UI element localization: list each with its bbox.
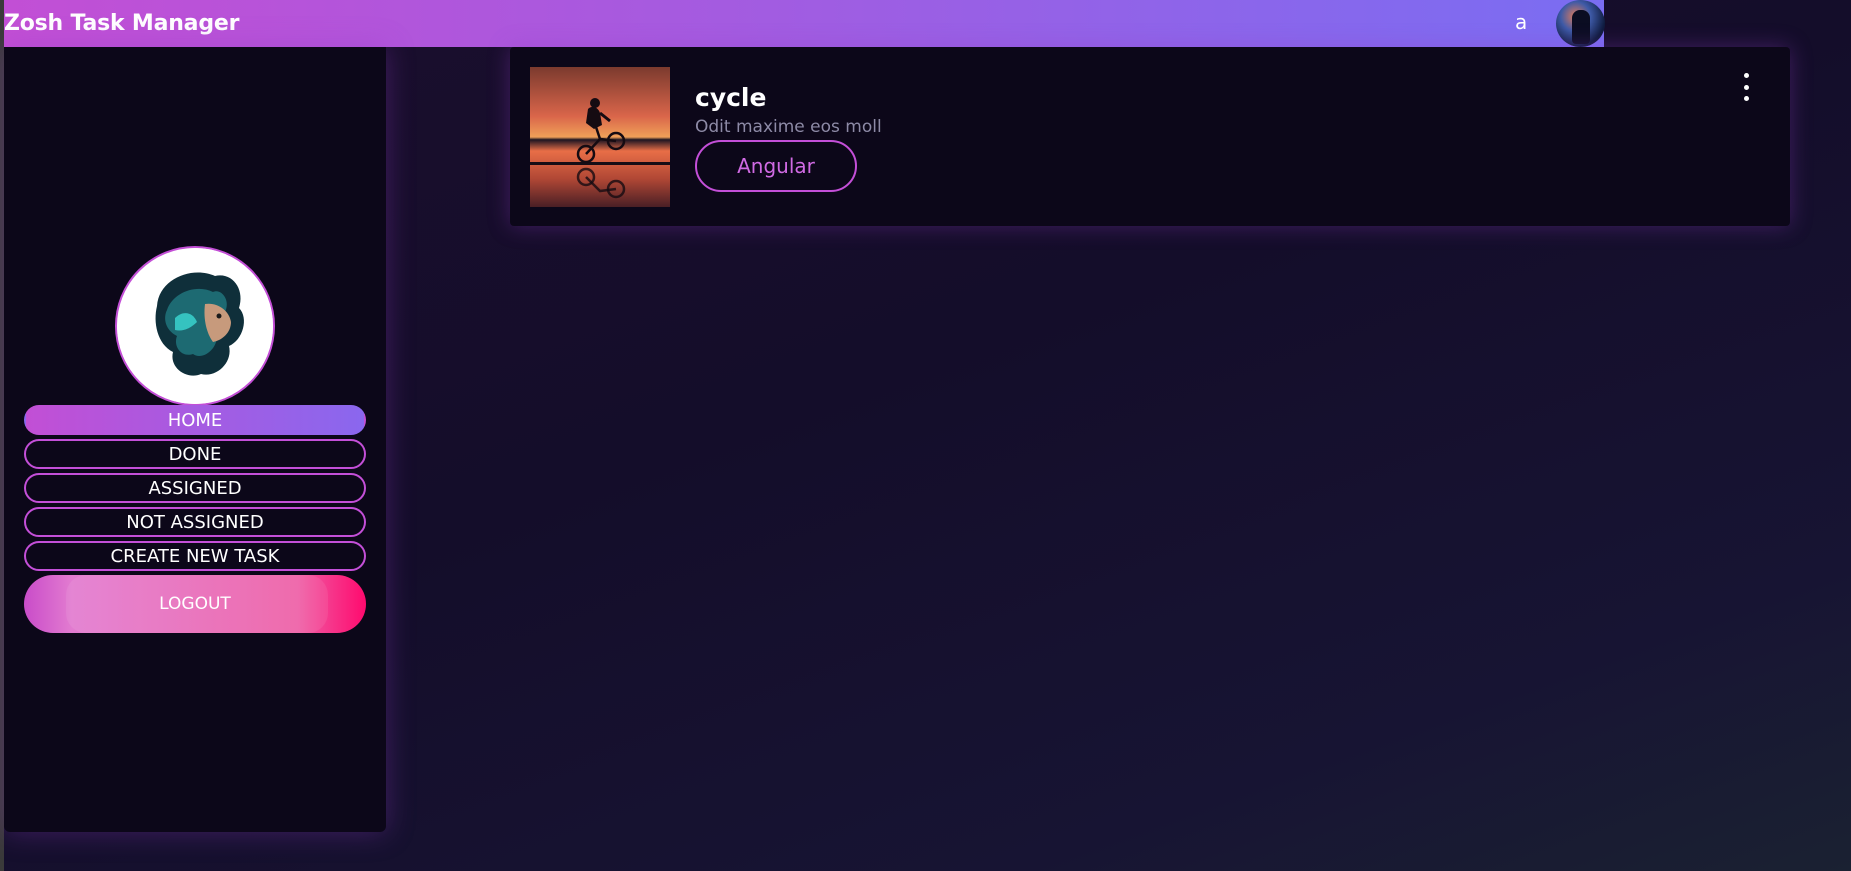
top-bar: Zosh Task Manager a: [4, 0, 1605, 47]
sidebar-item-not-assigned[interactable]: NOT ASSIGNED: [24, 507, 366, 537]
app-title: Zosh Task Manager: [4, 11, 240, 36]
task-description: Odit maxime eos moll: [695, 117, 882, 137]
sidebar-item-home[interactable]: HOME: [24, 405, 366, 435]
sidebar-item-create-new-task[interactable]: CREATE NEW TASK: [24, 541, 366, 571]
header-avatar[interactable]: [1556, 0, 1605, 47]
task-title: cycle: [695, 83, 767, 112]
profile-avatar: [115, 246, 275, 406]
menu-dot: [1743, 84, 1749, 90]
logout-label: LOGOUT: [159, 594, 231, 614]
cyclist-silhouette-icon: [530, 98, 670, 199]
sidebar-nav: HOME DONE ASSIGNED NOT ASSIGNED CREATE N…: [24, 405, 370, 633]
task-image: [530, 67, 670, 207]
sidebar: HOME DONE ASSIGNED NOT ASSIGNED CREATE N…: [4, 47, 386, 832]
menu-dot: [1743, 73, 1749, 78]
menu-dot: [1743, 96, 1749, 101]
sidebar-item-assigned[interactable]: ASSIGNED: [24, 473, 366, 503]
logout-button[interactable]: LOGOUT: [24, 575, 366, 633]
more-vertical-icon[interactable]: [1738, 73, 1754, 101]
tag-button[interactable]: Angular: [695, 140, 857, 192]
lion-logo-icon: [117, 248, 273, 404]
task-card: cycle Odit maxime eos moll Angular: [510, 47, 1790, 226]
user-initial[interactable]: a: [1515, 10, 1527, 34]
sidebar-item-done[interactable]: DONE: [24, 439, 366, 469]
